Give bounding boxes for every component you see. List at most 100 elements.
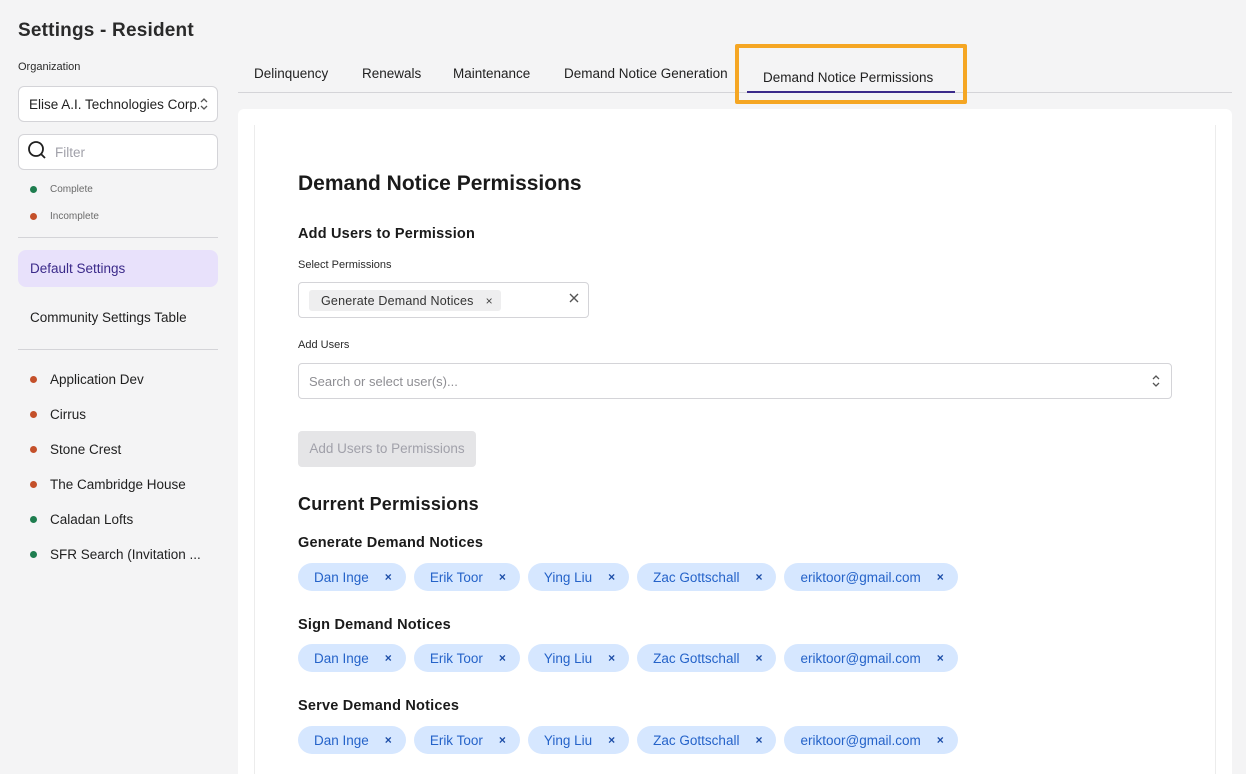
chip-label: Zac Gottschall — [653, 732, 740, 748]
filter-field[interactable] — [18, 134, 218, 170]
tab-renewals[interactable]: Renewals — [362, 66, 421, 81]
nav-item-label: Default Settings — [30, 261, 126, 276]
remove-icon[interactable]: × — [937, 733, 944, 747]
user-chip: Zac Gottschall × — [637, 726, 777, 754]
user-chip: Dan Inge × — [298, 563, 406, 591]
permission-name: Sign Demand Notices — [298, 617, 451, 633]
divider — [18, 349, 218, 350]
remove-icon[interactable]: × — [755, 570, 762, 584]
tab-bar: Delinquency Renewals Maintenance Demand … — [238, 44, 1232, 104]
permissions-select[interactable]: Generate Demand Notices × — [298, 282, 589, 318]
tab-maintenance[interactable]: Maintenance — [453, 66, 530, 81]
remove-icon[interactable]: × — [499, 733, 506, 747]
user-chip: eriktoor@gmail.com × — [784, 644, 958, 672]
user-chips-row: Dan Inge × Erik Toor × Ying Liu × Zac Gotts… — [298, 726, 966, 754]
community-label: Cirrus — [50, 407, 86, 422]
chevron-updown-icon — [1151, 374, 1161, 388]
chip-label: Erik Toor — [429, 732, 483, 748]
tab-demand-notice-generation[interactable]: Demand Notice Generation — [564, 66, 728, 81]
remove-icon[interactable]: × — [755, 651, 762, 665]
users-select[interactable] — [298, 363, 1172, 399]
chip-label: Ying Liu — [543, 569, 593, 585]
organization-select[interactable]: Elise A.I. Technologies Corp. — [18, 86, 218, 122]
remove-icon[interactable]: × — [486, 294, 493, 308]
community-item[interactable]: Application Dev — [30, 372, 144, 387]
section-title: Demand Notice Permissions — [298, 172, 582, 195]
user-chips-row: Dan Inge × Erik Toor × Ying Liu × Zac Gotts… — [298, 563, 966, 591]
community-label: Caladan Lofts — [50, 512, 134, 527]
chevron-updown-icon — [199, 97, 209, 111]
legend-incomplete: Incomplete — [30, 211, 99, 222]
current-permissions-heading: Current Permissions — [298, 494, 479, 514]
community-label: Stone Crest — [50, 442, 122, 457]
sidebar: Settings - Resident Organization Elise A… — [0, 0, 236, 774]
remove-icon[interactable]: × — [499, 651, 506, 665]
nav-item-label: Community Settings Table — [30, 310, 187, 325]
add-users-button[interactable]: Add Users to Permissions — [298, 431, 476, 467]
divider — [18, 237, 218, 238]
add-users-label: Add Users — [298, 339, 350, 351]
add-users-heading: Add Users to Permission — [298, 226, 476, 242]
nav-item-community-settings-table[interactable]: Community Settings Table — [18, 299, 218, 336]
community-label: Application Dev — [50, 372, 144, 387]
users-search-input[interactable] — [309, 373, 1151, 389]
user-chip: Dan Inge × — [298, 644, 406, 672]
chip-label: Dan Inge — [314, 569, 369, 585]
remove-icon[interactable]: × — [608, 570, 615, 584]
chip-label: eriktoor@gmail.com — [800, 650, 921, 666]
community-item[interactable]: The Cambridge House — [30, 477, 186, 492]
community-item[interactable]: Stone Crest — [30, 442, 121, 457]
user-chip: Erik Toor × — [413, 644, 520, 672]
incomplete-dot-icon — [30, 446, 37, 453]
community-label: The Cambridge House — [50, 477, 186, 492]
community-item[interactable]: SFR Search (Invitation ... — [30, 547, 201, 562]
remove-icon[interactable]: × — [385, 733, 392, 747]
user-chip: Erik Toor × — [413, 563, 520, 591]
remove-icon[interactable]: × — [608, 651, 615, 665]
selected-permission-chip: Generate Demand Notices × — [309, 290, 501, 311]
nav-item-default-settings[interactable]: Default Settings — [18, 250, 218, 287]
user-chip: Dan Inge × — [298, 726, 406, 754]
remove-icon[interactable]: × — [937, 651, 944, 665]
tab-delinquency[interactable]: Delinquency — [254, 66, 328, 81]
legend-incomplete-label: Incomplete — [50, 211, 99, 222]
remove-icon[interactable]: × — [385, 651, 392, 665]
user-chip: eriktoor@gmail.com × — [784, 563, 958, 591]
chip-label: eriktoor@gmail.com — [800, 732, 921, 748]
incomplete-dot-icon — [30, 376, 37, 383]
remove-icon[interactable]: × — [755, 733, 762, 747]
remove-icon[interactable]: × — [385, 570, 392, 584]
chip-label: Erik Toor — [429, 569, 483, 585]
user-chip: Zac Gottschall × — [637, 563, 777, 591]
organization-value: Elise A.I. Technologies Corp. — [29, 96, 199, 112]
chip-label: Dan Inge — [314, 732, 369, 748]
user-chip: Ying Liu × — [527, 563, 630, 591]
complete-dot-icon — [30, 551, 37, 558]
remove-icon[interactable]: × — [937, 570, 944, 584]
complete-dot-icon — [30, 186, 37, 193]
user-chip: Ying Liu × — [527, 726, 630, 754]
user-chip: Zac Gottschall × — [637, 644, 777, 672]
permission-name: Serve Demand Notices — [298, 698, 460, 714]
chip-label: Dan Inge — [314, 650, 369, 666]
community-item[interactable]: Cirrus — [30, 407, 86, 422]
remove-icon[interactable]: × — [499, 570, 506, 584]
community-item[interactable]: Caladan Lofts — [30, 512, 133, 527]
chip-label: Ying Liu — [543, 650, 593, 666]
incomplete-dot-icon — [30, 481, 37, 488]
community-label: SFR Search (Invitation ... — [50, 547, 201, 562]
chip-label: Zac Gottschall — [653, 650, 740, 666]
user-chips-row: Dan Inge × Erik Toor × Ying Liu × Zac Gotts… — [298, 644, 966, 672]
incomplete-dot-icon — [30, 411, 37, 418]
legend-complete: Complete — [30, 184, 93, 195]
incomplete-dot-icon — [30, 213, 37, 220]
search-icon — [27, 140, 47, 165]
filter-input[interactable] — [55, 144, 205, 160]
user-chip: Erik Toor × — [413, 726, 520, 754]
clear-icon[interactable] — [568, 291, 580, 308]
organization-label: Organization — [18, 61, 81, 73]
tab-label: Demand Notice Permissions — [763, 70, 934, 85]
tab-demand-notice-permissions[interactable]: Demand Notice Permissions — [735, 44, 967, 104]
remove-icon[interactable]: × — [608, 733, 615, 747]
chip-label: eriktoor@gmail.com — [800, 569, 921, 585]
